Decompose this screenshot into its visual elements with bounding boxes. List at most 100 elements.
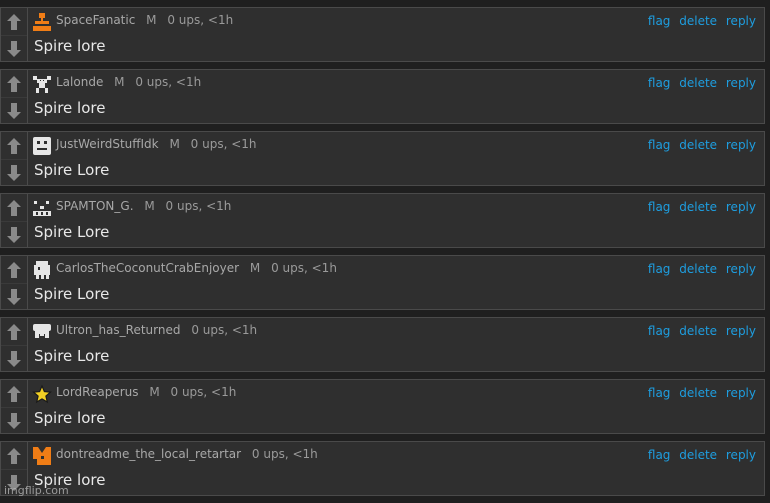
reply-link[interactable]: reply — [726, 448, 756, 462]
comment-actions: flag delete reply — [643, 262, 756, 276]
delete-link[interactable]: delete — [679, 324, 717, 338]
reply-link[interactable]: reply — [726, 200, 756, 214]
vote-column — [1, 132, 28, 185]
comment-stats: 0 ups, <1h — [135, 75, 202, 89]
upvote-arrow-icon[interactable] — [1, 132, 27, 160]
username-link[interactable]: SpaceFanatic — [56, 13, 135, 27]
upvote-arrow-icon[interactable] — [1, 256, 27, 284]
downvote-arrow-icon[interactable] — [1, 35, 27, 62]
white-pixel-grin-icon[interactable] — [32, 198, 52, 218]
upvote-arrow-icon[interactable] — [1, 442, 27, 470]
downvote-arrow-icon[interactable] — [1, 221, 27, 248]
imgflip-watermark: imgflip.com — [4, 484, 69, 497]
reply-link[interactable]: reply — [726, 262, 756, 276]
username-link[interactable]: Ultron_has_Returned — [56, 323, 180, 337]
comment-actions: flag delete reply — [643, 200, 756, 214]
flag-link[interactable]: flag — [648, 386, 671, 400]
comment: Ultron_has_Returned 0 ups, <1h flag dele… — [0, 317, 765, 372]
delete-link[interactable]: delete — [679, 448, 717, 462]
comment: Lalonde M 0 ups, <1h flag delete reply S… — [0, 69, 765, 124]
vote-column — [1, 256, 28, 309]
orange-pixel-figure-icon[interactable] — [32, 12, 52, 32]
white-pixel-creature-icon[interactable] — [32, 74, 52, 94]
comment-meta: JustWeirdStuffIdk M 0 ups, <1h — [56, 137, 264, 151]
vote-column — [1, 318, 28, 371]
comment-stats: 0 ups, <1h — [165, 199, 232, 213]
delete-link[interactable]: delete — [679, 138, 717, 152]
flag-link[interactable]: flag — [648, 200, 671, 214]
white-pixel-helmet-icon[interactable] — [32, 322, 52, 342]
downvote-arrow-icon[interactable] — [1, 97, 27, 124]
delete-link[interactable]: delete — [679, 386, 717, 400]
flag-link[interactable]: flag — [648, 324, 671, 338]
downvote-arrow-icon[interactable] — [1, 345, 27, 372]
comment-text: Spire Lore — [34, 285, 110, 303]
flag-link[interactable]: flag — [648, 262, 671, 276]
comment-meta: LordReaperus M 0 ups, <1h — [56, 385, 243, 399]
comment-text: Spire Lore — [34, 161, 110, 179]
mod-badge: M — [144, 199, 155, 213]
mod-badge: M — [149, 385, 160, 399]
delete-link[interactable]: delete — [679, 14, 717, 28]
comment-actions: flag delete reply — [643, 324, 756, 338]
mod-badge: M — [114, 75, 125, 89]
downvote-arrow-icon[interactable] — [1, 159, 27, 186]
comment-text: Spire lore — [34, 37, 106, 55]
comment-actions: flag delete reply — [643, 448, 756, 462]
comment-meta: Lalonde M 0 ups, <1h — [56, 75, 208, 89]
comment-meta: Ultron_has_Returned 0 ups, <1h — [56, 323, 264, 337]
comment: dontreadme_the_local_retartar 0 ups, <1h… — [0, 441, 765, 496]
comment-stats: 0 ups, <1h — [191, 323, 258, 337]
comment-text: Spire lore — [34, 409, 106, 427]
white-pixel-blob-icon[interactable] — [32, 260, 52, 280]
flag-link[interactable]: flag — [648, 138, 671, 152]
vote-column — [1, 380, 28, 433]
delete-link[interactable]: delete — [679, 76, 717, 90]
flag-link[interactable]: flag — [648, 448, 671, 462]
comment-stats: 0 ups, <1h — [190, 137, 257, 151]
flag-link[interactable]: flag — [648, 76, 671, 90]
upvote-arrow-icon[interactable] — [1, 380, 27, 408]
reply-link[interactable]: reply — [726, 386, 756, 400]
delete-link[interactable]: delete — [679, 262, 717, 276]
mod-badge: M — [249, 261, 261, 275]
comment-stats: 0 ups, <1h — [170, 385, 237, 399]
reply-link[interactable]: reply — [726, 324, 756, 338]
comment-text: Spire Lore — [34, 347, 110, 365]
downvote-arrow-icon[interactable] — [1, 283, 27, 310]
downvote-arrow-icon[interactable] — [1, 407, 27, 434]
username-link[interactable]: dontreadme_the_local_retartar — [56, 447, 241, 461]
orange-pixel-fox-icon[interactable] — [32, 446, 52, 466]
star-icon[interactable] — [32, 384, 52, 404]
username-link[interactable]: LordReaperus — [56, 385, 138, 399]
white-pixel-face-icon[interactable] — [32, 136, 52, 156]
comment-text: Spire lore — [34, 99, 106, 117]
username-link[interactable]: CarlosTheCoconutCrabEnjoyer — [56, 261, 239, 275]
mod-badge: M — [146, 13, 157, 27]
upvote-arrow-icon[interactable] — [1, 70, 27, 98]
username-link[interactable]: JustWeirdStuffIdk — [56, 137, 159, 151]
vote-column — [1, 194, 28, 247]
reply-link[interactable]: reply — [726, 76, 756, 90]
comment-actions: flag delete reply — [643, 14, 756, 28]
upvote-arrow-icon[interactable] — [1, 194, 27, 222]
upvote-arrow-icon[interactable] — [1, 8, 27, 36]
reply-link[interactable]: reply — [726, 138, 756, 152]
vote-column — [1, 8, 28, 61]
comment: JustWeirdStuffIdk M 0 ups, <1h flag dele… — [0, 131, 765, 186]
comment-meta: dontreadme_the_local_retartar 0 ups, <1h — [56, 447, 325, 461]
mod-badge: M — [169, 137, 180, 151]
comment-text: Spire Lore — [34, 223, 110, 241]
upvote-arrow-icon[interactable] — [1, 318, 27, 346]
username-link[interactable]: Lalonde — [56, 75, 103, 89]
comment-stats: 0 ups, <1h — [167, 13, 234, 27]
comment-stats: 0 ups, <1h — [251, 447, 318, 461]
comment-actions: flag delete reply — [643, 138, 756, 152]
comment-actions: flag delete reply — [643, 386, 756, 400]
reply-link[interactable]: reply — [726, 14, 756, 28]
delete-link[interactable]: delete — [679, 200, 717, 214]
comment-meta: CarlosTheCoconutCrabEnjoyer M 0 ups, <1h — [56, 261, 344, 275]
flag-link[interactable]: flag — [648, 14, 671, 28]
username-link[interactable]: SPAMTON_G. — [56, 199, 134, 213]
comment-stats: 0 ups, <1h — [271, 261, 337, 275]
